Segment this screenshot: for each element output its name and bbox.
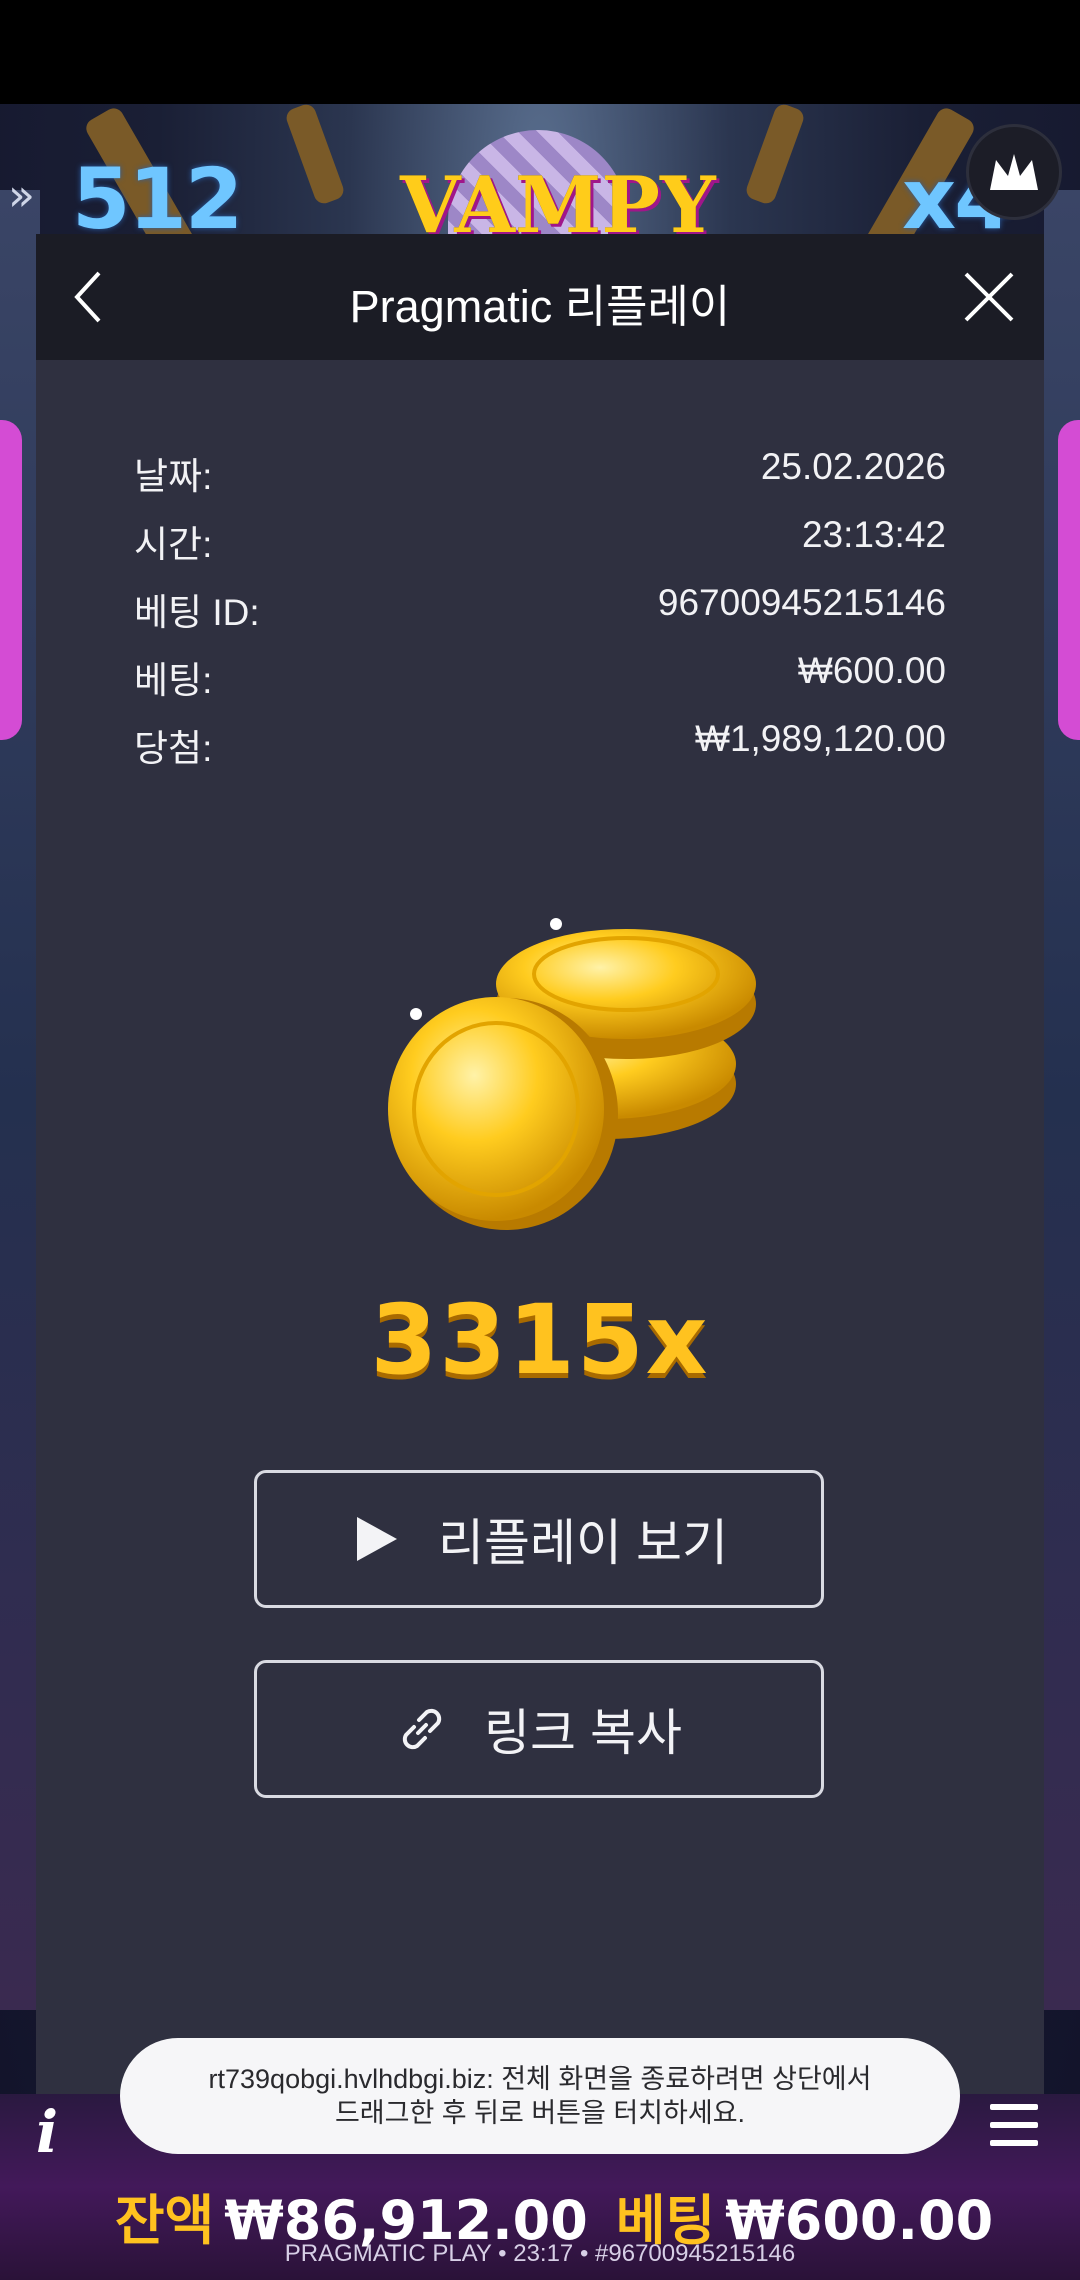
- date-value: 25.02.2026: [760, 446, 946, 487]
- copy-link-button[interactable]: 링크 복사: [254, 1660, 824, 1798]
- info-row-win: 당첨: ₩1,989,120.00: [134, 718, 946, 774]
- wheel-spoke: [283, 104, 347, 207]
- bet-label: 베팅:: [134, 660, 213, 701]
- gold-coins-image: [388, 918, 756, 1230]
- game-footer: PRAGMATIC PLAY • 23:17 • #96700945215146: [284, 2240, 796, 2267]
- info-row-bet-id: 베팅 ID: 96700945215146: [134, 582, 946, 638]
- close-icon: [964, 272, 1014, 322]
- copy-link-label: 링크 복사: [484, 1705, 682, 1761]
- crown-button[interactable]: [966, 124, 1062, 220]
- win-label: 당첨:: [134, 728, 213, 769]
- chevron-left-icon: [74, 271, 101, 323]
- bet-id-label: 베팅 ID:: [134, 592, 260, 633]
- hamburger-menu-icon[interactable]: [990, 2104, 1038, 2146]
- time-value: 23:13:42: [801, 514, 946, 555]
- status-bar: [0, 0, 1080, 104]
- bet-id-value: 96700945215146: [657, 582, 946, 623]
- wheel-spoke: [743, 104, 807, 207]
- game-decoration-right: [1058, 420, 1080, 740]
- view-replay-label: 리플레이 보기: [438, 1515, 728, 1571]
- win-multiplier: 3315x: [370, 1284, 710, 1396]
- game-decoration-left: [0, 420, 22, 740]
- date-label: 날짜:: [134, 456, 213, 497]
- view-replay-button[interactable]: 리플레이 보기: [254, 1470, 824, 1608]
- bet-value: ₩600.00: [797, 650, 946, 691]
- modal-title: Pragmatic 리플레이: [349, 281, 731, 332]
- crown-icon: [990, 154, 1038, 190]
- info-row-date: 날짜: 25.02.2026: [134, 446, 946, 502]
- replay-modal: Pragmatic 리플레이 날짜: 25.02.2026 시간: 23:13:…: [36, 234, 1044, 2094]
- toast-line-2: 드래그한 후 뒤로 버튼을 터치하세요.: [334, 2098, 746, 2128]
- close-button[interactable]: [956, 264, 1022, 330]
- time-label: 시간:: [134, 524, 213, 565]
- double-chevron-right-icon[interactable]: »: [8, 170, 35, 221]
- toast-line-1: rt739qobgi.hvlhdbgi.biz: 전체 화면을 종료하려면 상단…: [208, 2064, 872, 2094]
- info-row-time: 시간: 23:13:42: [134, 514, 946, 570]
- modal-header: Pragmatic 리플레이: [36, 234, 1044, 360]
- link-icon: [396, 1703, 448, 1755]
- back-button[interactable]: [58, 262, 118, 332]
- info-row-bet: 베팅: ₩600.00: [134, 650, 946, 706]
- info-icon[interactable]: i: [36, 2098, 58, 2166]
- win-value: ₩1,989,120.00: [695, 718, 946, 759]
- play-icon: [350, 1513, 402, 1565]
- fullscreen-toast: rt739qobgi.hvlhdbgi.biz: 전체 화면을 종료하려면 상단…: [120, 2038, 960, 2154]
